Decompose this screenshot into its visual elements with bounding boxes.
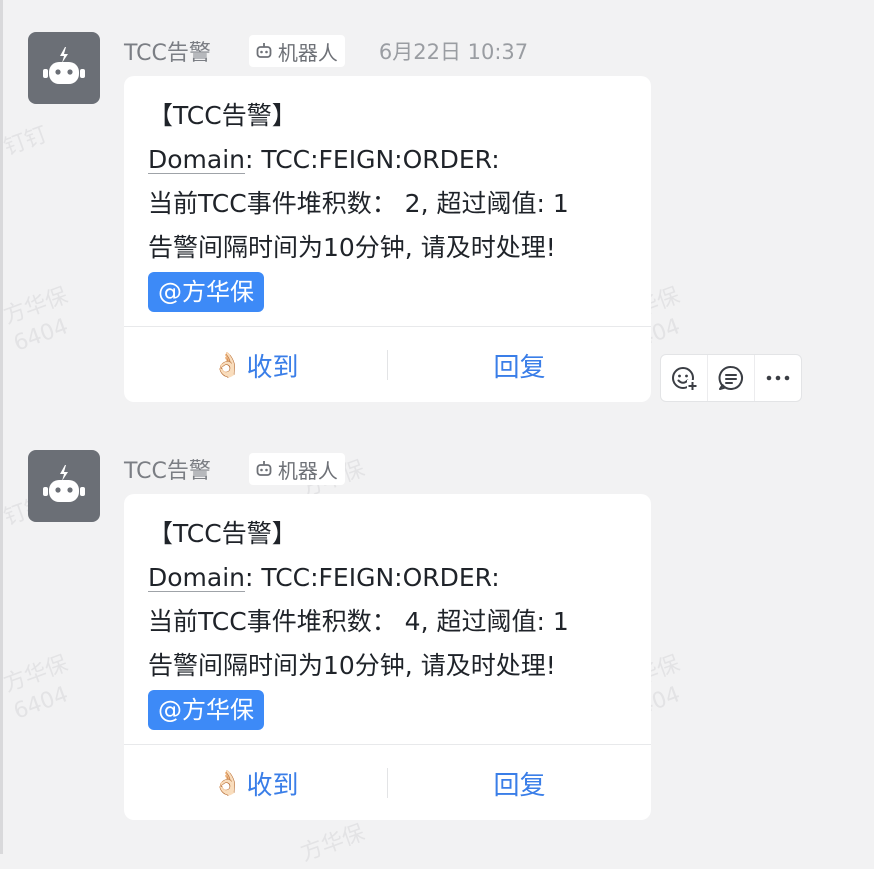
domain-value: : TCC:FEIGN:ORDER: <box>245 145 500 174</box>
mention-tag[interactable]: @方华保 <box>148 272 264 312</box>
watermark: 方华保 6404 <box>0 283 72 357</box>
robot-tag: 机器人 <box>248 453 345 485</box>
card-divider <box>124 744 651 745</box>
card-actions: 👌🏻 收到 回复 <box>124 746 651 820</box>
watermark: 方华保 6404 <box>0 651 72 725</box>
robot-icon <box>43 47 85 84</box>
robot-small-icon <box>256 461 272 476</box>
more-icon <box>766 375 790 381</box>
message-hover-toolbar <box>660 354 802 402</box>
domain-line: Domain: TCC:FEIGN:ORDER: <box>148 138 627 182</box>
message-header: TCC告警 机器人 <box>124 453 379 485</box>
card-divider <box>124 326 651 327</box>
message-card: 【TCC告警】 Domain: TCC:FEIGN:ORDER: 当前TCC事件… <box>124 494 651 820</box>
emoji-add-icon <box>672 367 698 391</box>
more-button[interactable] <box>755 355 801 401</box>
robot-avatar[interactable] <box>28 450 100 522</box>
card-actions: 👌🏻 收到 回复 <box>124 328 651 402</box>
robot-small-icon <box>256 43 272 58</box>
reply-label: 回复 <box>493 352 546 383</box>
reply-button[interactable]: 回复 <box>388 347 651 384</box>
acknowledge-button[interactable]: 👌🏻 收到 <box>124 765 387 802</box>
domain-label: Domain <box>148 563 246 592</box>
backlog-line: 当前TCC事件堆积数： 4, 超过阈值: 1 <box>148 607 569 636</box>
watermark: 钉钉 <box>0 122 51 161</box>
alert-title: 【TCC告警】 <box>148 101 297 130</box>
comment-icon <box>718 365 743 390</box>
interval-line: 告警间隔时间为10分钟, 请及时处理! <box>148 233 556 262</box>
interval-line: 告警间隔时间为10分钟, 请及时处理! <box>148 651 556 680</box>
robot-icon <box>43 465 85 502</box>
domain-line: Domain: TCC:FEIGN:ORDER: <box>148 556 627 600</box>
robot-tag-label: 机器人 <box>277 40 338 65</box>
sender-name[interactable]: TCC告警 <box>124 35 211 67</box>
acknowledge-label: 收到 <box>246 770 299 801</box>
acknowledge-label: 收到 <box>246 352 299 383</box>
window-edge <box>0 0 3 854</box>
robot-tag: 机器人 <box>248 35 345 67</box>
domain-value: : TCC:FEIGN:ORDER: <box>245 563 500 592</box>
backlog-line: 当前TCC事件堆积数： 2, 超过阈值: 1 <box>148 189 569 218</box>
card-content: 【TCC告警】 Domain: TCC:FEIGN:ORDER: 当前TCC事件… <box>124 494 651 732</box>
robot-tag-label: 机器人 <box>277 458 338 483</box>
message-time: 6月22日 10:37 <box>378 40 529 64</box>
robot-avatar[interactable] <box>28 32 100 104</box>
reply-button[interactable]: 回复 <box>388 765 651 802</box>
watermark: 方华保 <box>297 820 369 867</box>
sender-name[interactable]: TCC告警 <box>124 453 211 485</box>
ok-hand-icon: 👌🏻 <box>212 769 243 797</box>
reply-label: 回复 <box>493 770 546 801</box>
ok-hand-icon: 👌🏻 <box>212 351 243 379</box>
message-card: 【TCC告警】 Domain: TCC:FEIGN:ORDER: 当前TCC事件… <box>124 76 651 402</box>
message-header: TCC告警 机器人 6月22日 10:37 <box>124 35 529 67</box>
comment-button[interactable] <box>708 355 755 401</box>
alert-title: 【TCC告警】 <box>148 519 297 548</box>
card-content: 【TCC告警】 Domain: TCC:FEIGN:ORDER: 当前TCC事件… <box>124 76 651 314</box>
domain-label: Domain <box>148 145 246 174</box>
acknowledge-button[interactable]: 👌🏻 收到 <box>124 347 387 384</box>
mention-tag[interactable]: @方华保 <box>148 690 264 730</box>
add-reaction-button[interactable] <box>661 355 708 401</box>
